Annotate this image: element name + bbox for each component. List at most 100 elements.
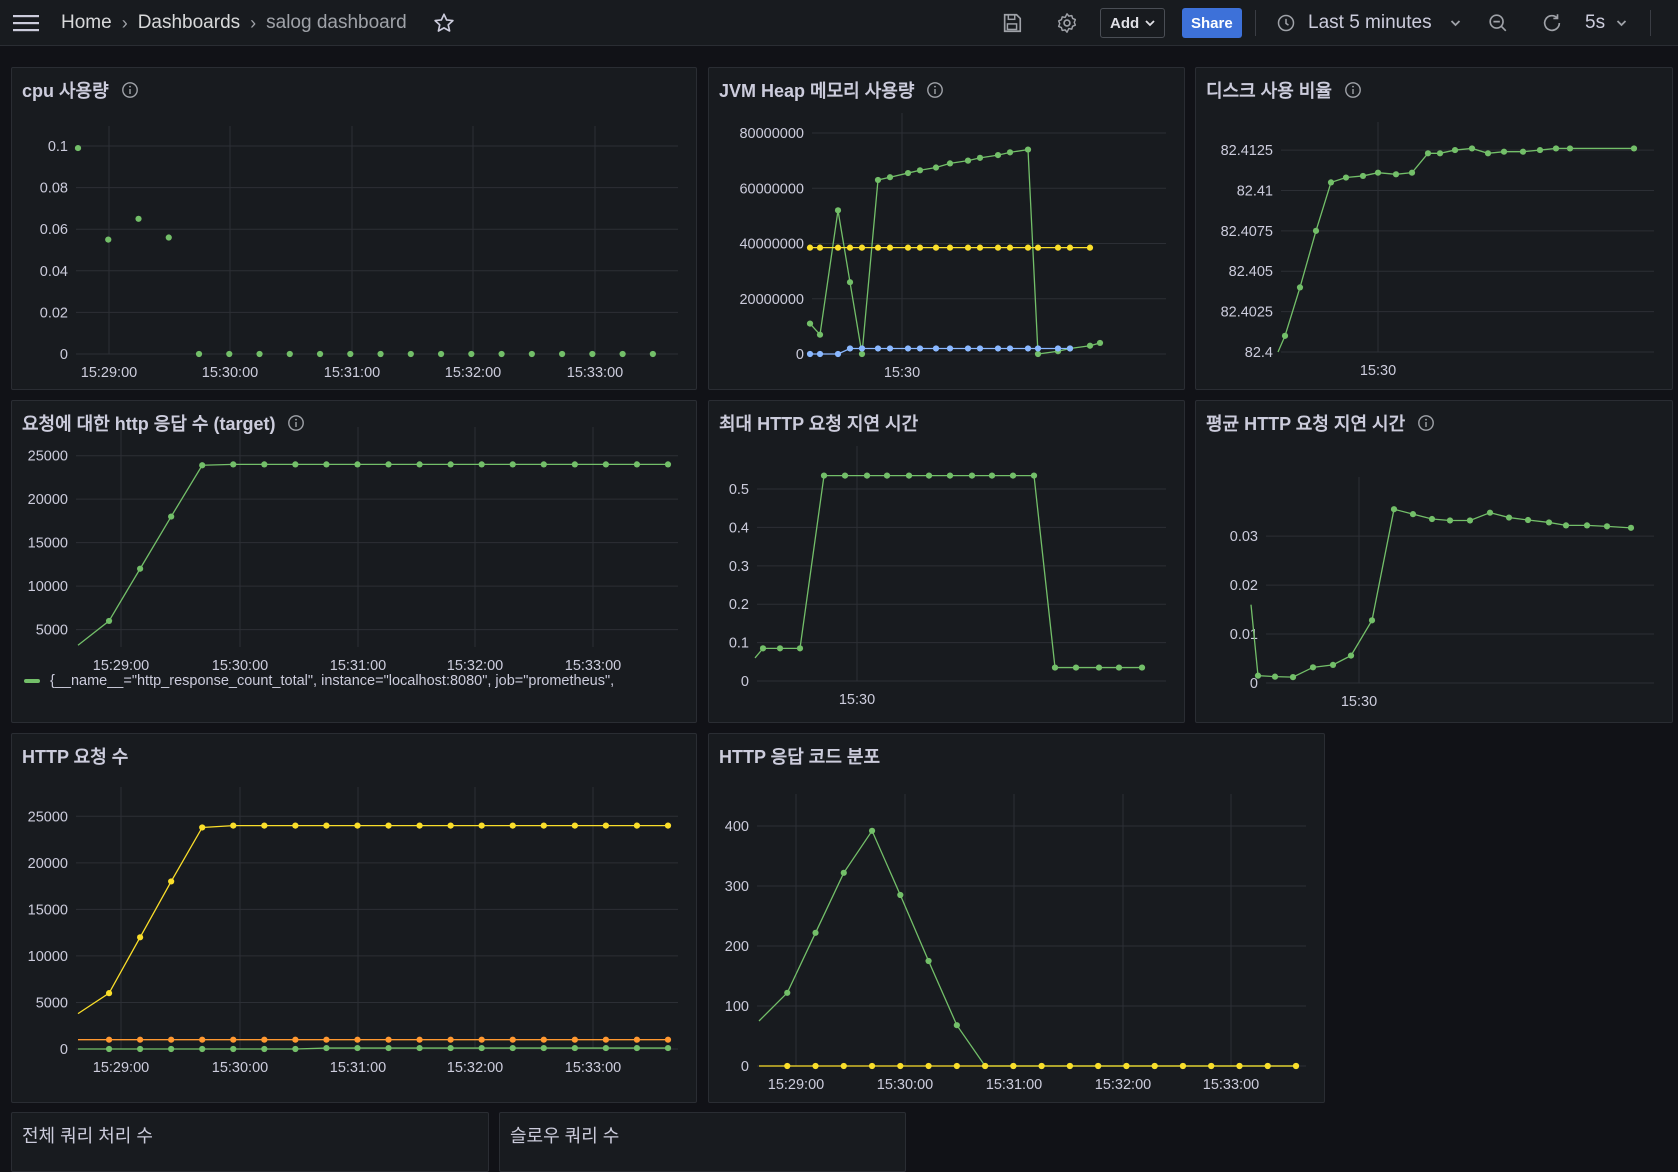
panel-jvm-heap[interactable]: JVM Heap 메모리 사용량 0 20000000 40000000 600000… [708, 67, 1185, 390]
data-point [447, 1044, 454, 1052]
data-point [883, 472, 891, 479]
chart-legend[interactable]: {__name__="http_response_count_total", i… [24, 673, 614, 689]
data-point [1054, 345, 1062, 352]
data-point [874, 345, 882, 352]
settings-gear-icon[interactable] [1056, 0, 1078, 46]
data-point [863, 472, 871, 479]
data-point [806, 244, 814, 251]
y-tick-label: 40000000 [739, 237, 804, 253]
data-point [1627, 524, 1635, 531]
data-point [858, 244, 866, 251]
panel-max-http-latency[interactable]: 최대 HTTP 요청 지연 시간 0 0.1 0.2 0.3 0.4 0.5 15:30 [708, 400, 1185, 723]
menu-icon[interactable] [12, 0, 40, 46]
data-point [478, 822, 485, 829]
data-point [816, 331, 824, 338]
data-point [478, 461, 485, 468]
data-point [540, 1044, 547, 1052]
data-point [416, 461, 423, 468]
data-point [1038, 1062, 1045, 1070]
y-tick-label: 82.405 [1229, 264, 1273, 280]
panel-avg-http-latency[interactable]: 평균 HTTP 요청 지연 시간 0 0.01 0.02 0.03 15:30 [1195, 400, 1673, 723]
data-point [509, 822, 516, 829]
jvm-heap-chart: 0 20000000 40000000 60000000 80000000 15:30 [739, 113, 1166, 381]
panel-cpu-usage[interactable]: cpu 사용량 0 0.02 0.04 0.06 0.08 0.1 15:29:00 15:3… [11, 67, 697, 390]
data-point [1006, 244, 1014, 251]
data-point [1327, 179, 1335, 186]
data-point [1115, 664, 1123, 671]
data-point [230, 1045, 237, 1053]
y-tick-label: 0 [741, 1059, 749, 1075]
data-point [1603, 523, 1611, 530]
data-point [602, 1036, 609, 1043]
breadcrumb: Home › Dashboards › salog dashboard [61, 0, 407, 46]
data-point [1562, 522, 1570, 529]
breadcrumb-home[interactable]: Home [61, 12, 112, 34]
x-tick-label: 15:30 [839, 692, 875, 708]
disk-usage-chart: 82.4 82.4025 82.405 82.4075 82.41 82.4125 15:3… [1221, 122, 1654, 379]
data-point [925, 1062, 932, 1070]
data-point [261, 1045, 268, 1053]
http-requests-chart: 0 5000 10000 15000 20000 25000 15:29:00 15:30:0… [28, 787, 678, 1076]
data-point [354, 461, 361, 468]
data-point [528, 350, 535, 358]
y-tick-label: 0 [796, 347, 804, 363]
series-line [1277, 147, 1634, 353]
data-point [1500, 148, 1508, 155]
panel-total-queries[interactable]: 전체 쿼리 처리 수 [11, 1112, 489, 1172]
data-point [1446, 517, 1454, 524]
data-point [916, 244, 924, 251]
data-point [1010, 1062, 1017, 1070]
panel-slow-queries[interactable]: 슬로우 쿼리 수 [499, 1112, 906, 1172]
data-point [1123, 1062, 1130, 1070]
y-tick-label: 0.02 [40, 305, 68, 321]
data-point [437, 350, 445, 358]
data-point [354, 1036, 361, 1043]
refresh-interval-picker[interactable]: 5s [1585, 0, 1627, 46]
data-point [886, 345, 894, 352]
star-icon[interactable] [433, 0, 455, 46]
data-point [982, 1062, 989, 1070]
chevron-down-icon [1616, 19, 1627, 26]
data-point [261, 822, 268, 829]
data-point [540, 1036, 547, 1043]
top-nav-bar: Home › Dashboards › salog dashboard Add … [0, 0, 1678, 46]
y-tick-label: 0.03 [1230, 529, 1258, 545]
chevron-right-icon: › [250, 12, 257, 33]
data-point [619, 350, 626, 358]
data-point [633, 1036, 641, 1043]
x-tick-label: 15:30 [1341, 694, 1377, 710]
data-point [1484, 150, 1492, 157]
data-point [1009, 472, 1017, 479]
data-point [897, 891, 904, 899]
series-line [809, 148, 1101, 355]
data-point [1281, 332, 1289, 339]
panel-http-response-target[interactable]: 요청에 대한 http 응답 수 (target) 5000 10000 15000… [11, 400, 697, 723]
data-point [286, 350, 293, 358]
add-button[interactable]: Add [1100, 8, 1166, 38]
save-icon[interactable] [1001, 0, 1023, 46]
data-point [664, 1044, 672, 1052]
share-button[interactable]: Share [1182, 8, 1242, 38]
panel-disk-usage[interactable]: 디스크 사용 비율 82.4 82.4025 82.405 82.4075 82.41 8… [1195, 67, 1673, 390]
zoom-out-icon[interactable] [1487, 0, 1509, 46]
panel-http-requests[interactable]: HTTP 요청 수 0 5000 10000 15000 20000 25000 15:29… [11, 733, 697, 1103]
y-tick-label: 0.02 [1230, 578, 1258, 594]
data-point [256, 350, 263, 358]
data-point [447, 461, 454, 468]
y-tick-label: 10000 [28, 949, 68, 965]
breadcrumb-dashboards[interactable]: Dashboards [138, 12, 240, 34]
panel-http-response-codes[interactable]: HTTP 응답 코드 분포 0 100 200 300 400 15:29:00 15:30… [708, 733, 1325, 1103]
data-point [292, 822, 299, 829]
y-tick-label: 0.08 [40, 181, 68, 197]
data-point [816, 350, 824, 358]
y-tick-label: 15000 [28, 902, 68, 918]
y-tick-label: 82.4 [1245, 345, 1273, 361]
data-point [1451, 146, 1459, 154]
y-tick-label: 82.4075 [1221, 224, 1273, 240]
time-range-picker[interactable]: Last 5 minutes [1276, 0, 1461, 46]
x-tick-label: 15:32:00 [445, 365, 501, 381]
data-point [540, 822, 547, 829]
data-point [1024, 345, 1032, 352]
refresh-icon[interactable] [1541, 0, 1563, 46]
panel-title: 전체 쿼리 처리 수 [22, 1122, 153, 1148]
